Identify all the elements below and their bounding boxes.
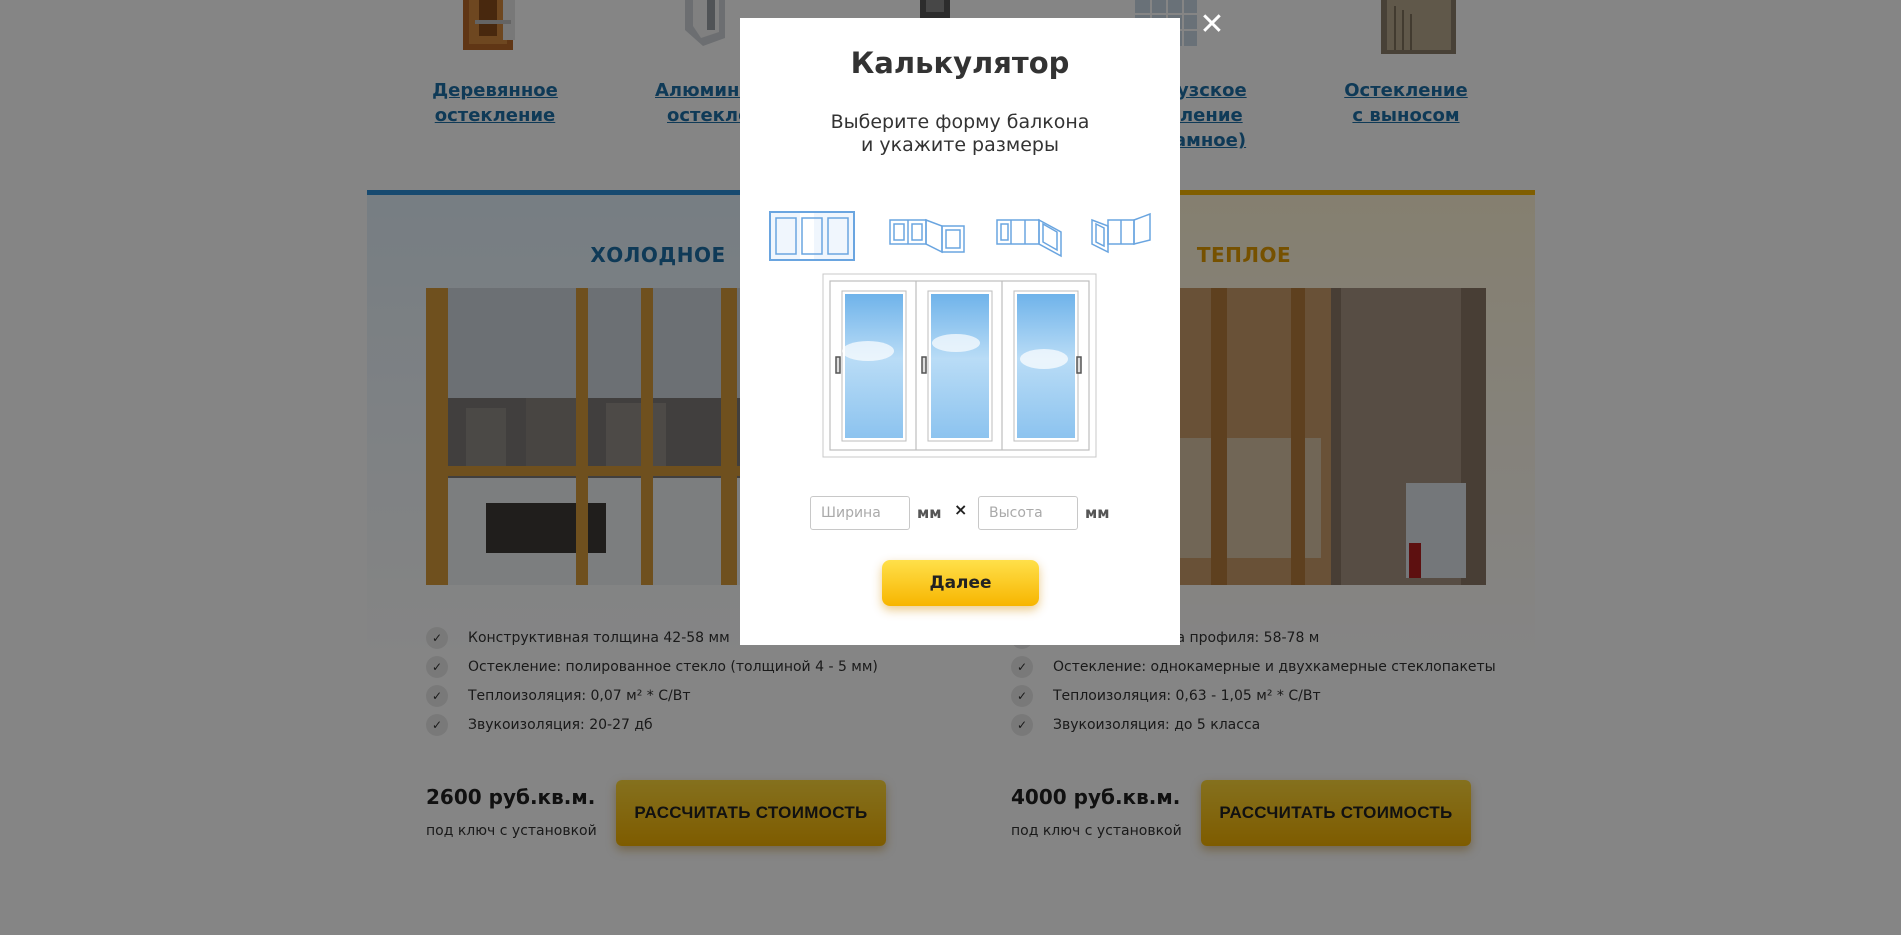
balcony-shape-options: [740, 190, 1180, 270]
window-preview: [822, 273, 1097, 458]
width-input[interactable]: [810, 496, 910, 530]
height-unit: мм: [1085, 504, 1110, 522]
shape-angled-right-icon[interactable]: [888, 190, 978, 262]
shape-angled-corner-icon[interactable]: [995, 190, 1085, 262]
modal-title: Калькулятор: [850, 46, 1070, 80]
times-sign: ×: [954, 500, 968, 519]
shape-trapezoid-icon[interactable]: [1090, 190, 1180, 262]
dimensions-row: мм × мм: [740, 496, 1180, 530]
height-input[interactable]: [978, 496, 1078, 530]
width-unit: мм: [917, 504, 942, 522]
shape-straight-icon[interactable]: [768, 190, 858, 262]
calculator-modal: Калькулятор Выберите форму балкона и ука…: [740, 18, 1180, 645]
modal-subtitle: Выберите форму балкона и укажите размеры: [830, 111, 1090, 156]
close-icon[interactable]: ✕: [1197, 10, 1227, 40]
next-button[interactable]: Далее: [882, 560, 1039, 606]
